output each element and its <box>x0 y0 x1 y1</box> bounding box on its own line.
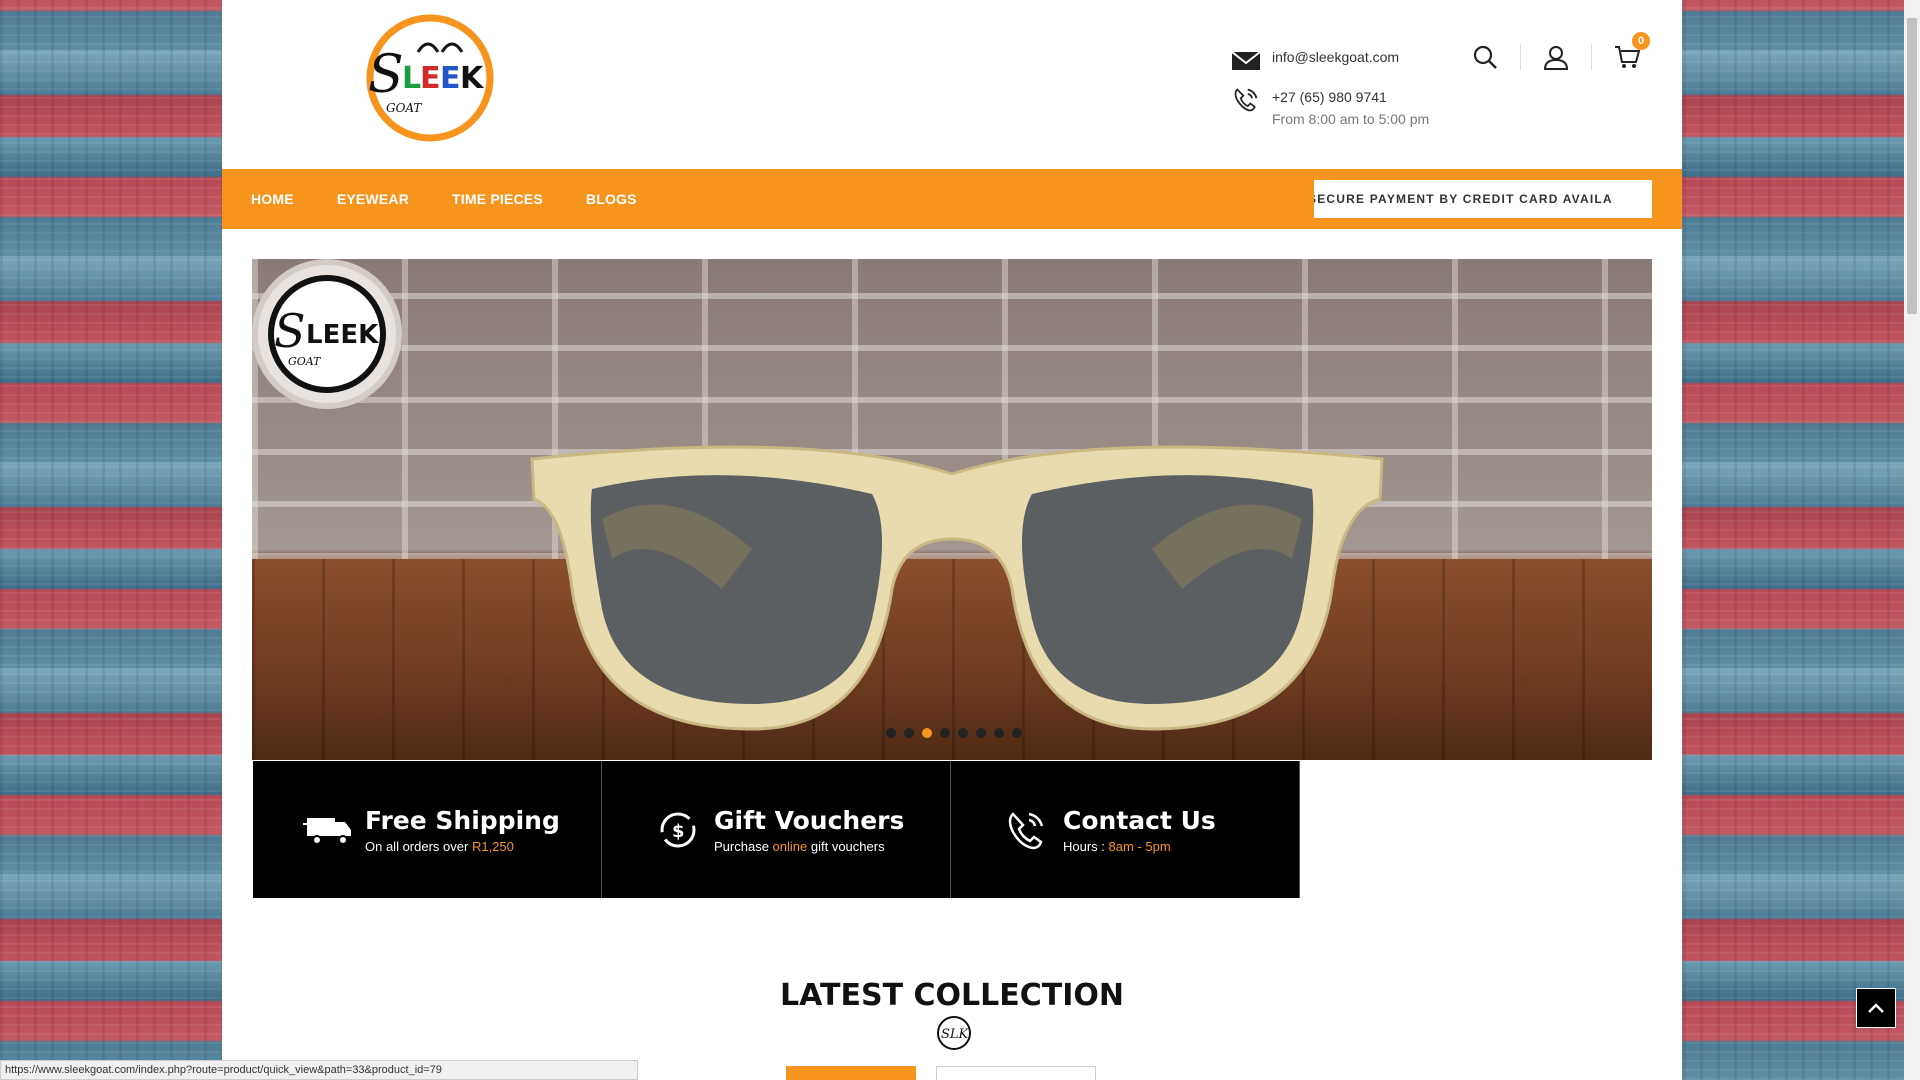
search-icon[interactable] <box>1472 44 1498 70</box>
nav-item-time-pieces[interactable]: TIME PIECES <box>452 191 543 207</box>
phone-icon <box>1008 811 1044 849</box>
feature-title: Gift Vouchers <box>714 805 905 835</box>
promo-marquee-text: SECURE PAYMENT BY CREDIT CARD AVAILA <box>1314 192 1613 206</box>
slider-dot[interactable] <box>976 728 986 738</box>
tab-featured[interactable] <box>936 1066 1096 1080</box>
header-phone[interactable]: +27 (65) 980 9741 <box>1272 86 1429 108</box>
slider-dot-active[interactable] <box>922 728 932 738</box>
svg-text:$: $ <box>672 821 685 842</box>
goat-logo-icon: SLK <box>937 1016 971 1050</box>
slider-dot[interactable] <box>904 728 914 738</box>
svg-text:L: L <box>402 61 421 96</box>
feature-gift-vouchers: $ Gift Vouchers Purchase online gift vou… <box>602 761 951 898</box>
header-hours: From 8:00 am to 5:00 pm <box>1272 111 1430 127</box>
slider-dot[interactable] <box>994 728 1004 738</box>
scrollbar-thumb[interactable] <box>1907 18 1917 314</box>
page-container: S L E E K GOAT info@sleekgoat.com +27 (6… <box>222 0 1682 1080</box>
feature-boxes: Free Shipping On all orders over R1,250 … <box>253 761 1300 898</box>
svg-text:SLK: SLK <box>941 1027 970 1042</box>
dollar-cycle-icon: $ <box>660 812 696 847</box>
header-contact: info@sleekgoat.com +27 (65) 980 9741 Fro… <box>1230 46 1429 142</box>
promo-marquee: SECURE PAYMENT BY CREDIT CARD AVAILA <box>1314 180 1652 218</box>
svg-text:S: S <box>368 45 404 105</box>
feature-free-shipping: Free Shipping On all orders over R1,250 <box>253 761 602 898</box>
nav-item-eyewear[interactable]: EYEWEAR <box>337 191 409 207</box>
svg-text:E: E <box>420 61 441 96</box>
mail-icon <box>1231 51 1261 70</box>
back-to-top-button[interactable] <box>1856 988 1896 1028</box>
main-nav: HOME EYEWEAR TIME PIECES BLOGS SECURE PA… <box>222 169 1682 229</box>
svg-text:K: K <box>460 61 485 96</box>
feature-text: On all orders over R1,250 <box>365 838 514 854</box>
feature-title: Contact Us <box>1063 805 1216 835</box>
slider-dot[interactable] <box>958 728 968 738</box>
feature-text: Hours : 8am - 5pm <box>1063 838 1171 854</box>
feature-text: Purchase online gift vouchers <box>714 838 885 854</box>
nav-item-home[interactable]: HOME <box>251 191 294 207</box>
nav-item-blogs[interactable]: BLOGS <box>586 191 637 207</box>
tab-new-arrivals[interactable] <box>786 1066 916 1080</box>
slider-dots <box>886 728 1030 738</box>
slider-dot[interactable] <box>940 728 950 738</box>
divider <box>1520 44 1521 70</box>
divider <box>1591 44 1592 70</box>
page-scrollbar[interactable] <box>1904 0 1920 1080</box>
chevron-up-icon <box>1868 1003 1884 1013</box>
svg-text:GOAT: GOAT <box>386 101 422 115</box>
section-title-latest-collection: LATEST COLLECTION <box>780 978 1124 1013</box>
site-logo[interactable]: S L E E K GOAT <box>358 12 498 146</box>
slider-dot[interactable] <box>886 728 896 738</box>
cart-button[interactable]: 0 <box>1614 32 1650 70</box>
phone-icon <box>1234 88 1258 112</box>
user-icon[interactable] <box>1543 44 1569 70</box>
header-email[interactable]: info@sleekgoat.com <box>1272 46 1399 68</box>
feature-title: Free Shipping <box>365 805 560 835</box>
header-actions: 0 <box>1472 32 1650 70</box>
truck-icon <box>303 817 351 845</box>
hero-slider[interactable]: S LEEK GOAT <box>252 259 1652 760</box>
feature-contact-us: Contact Us Hours : 8am - 5pm <box>951 761 1300 898</box>
sunglasses-image <box>530 445 1384 731</box>
svg-text:E: E <box>440 61 461 96</box>
cart-count-badge: 0 <box>1632 32 1650 50</box>
slider-dot[interactable] <box>1012 728 1022 738</box>
browser-status-bar: https://www.sleekgoat.com/index.php?rout… <box>0 1060 638 1080</box>
